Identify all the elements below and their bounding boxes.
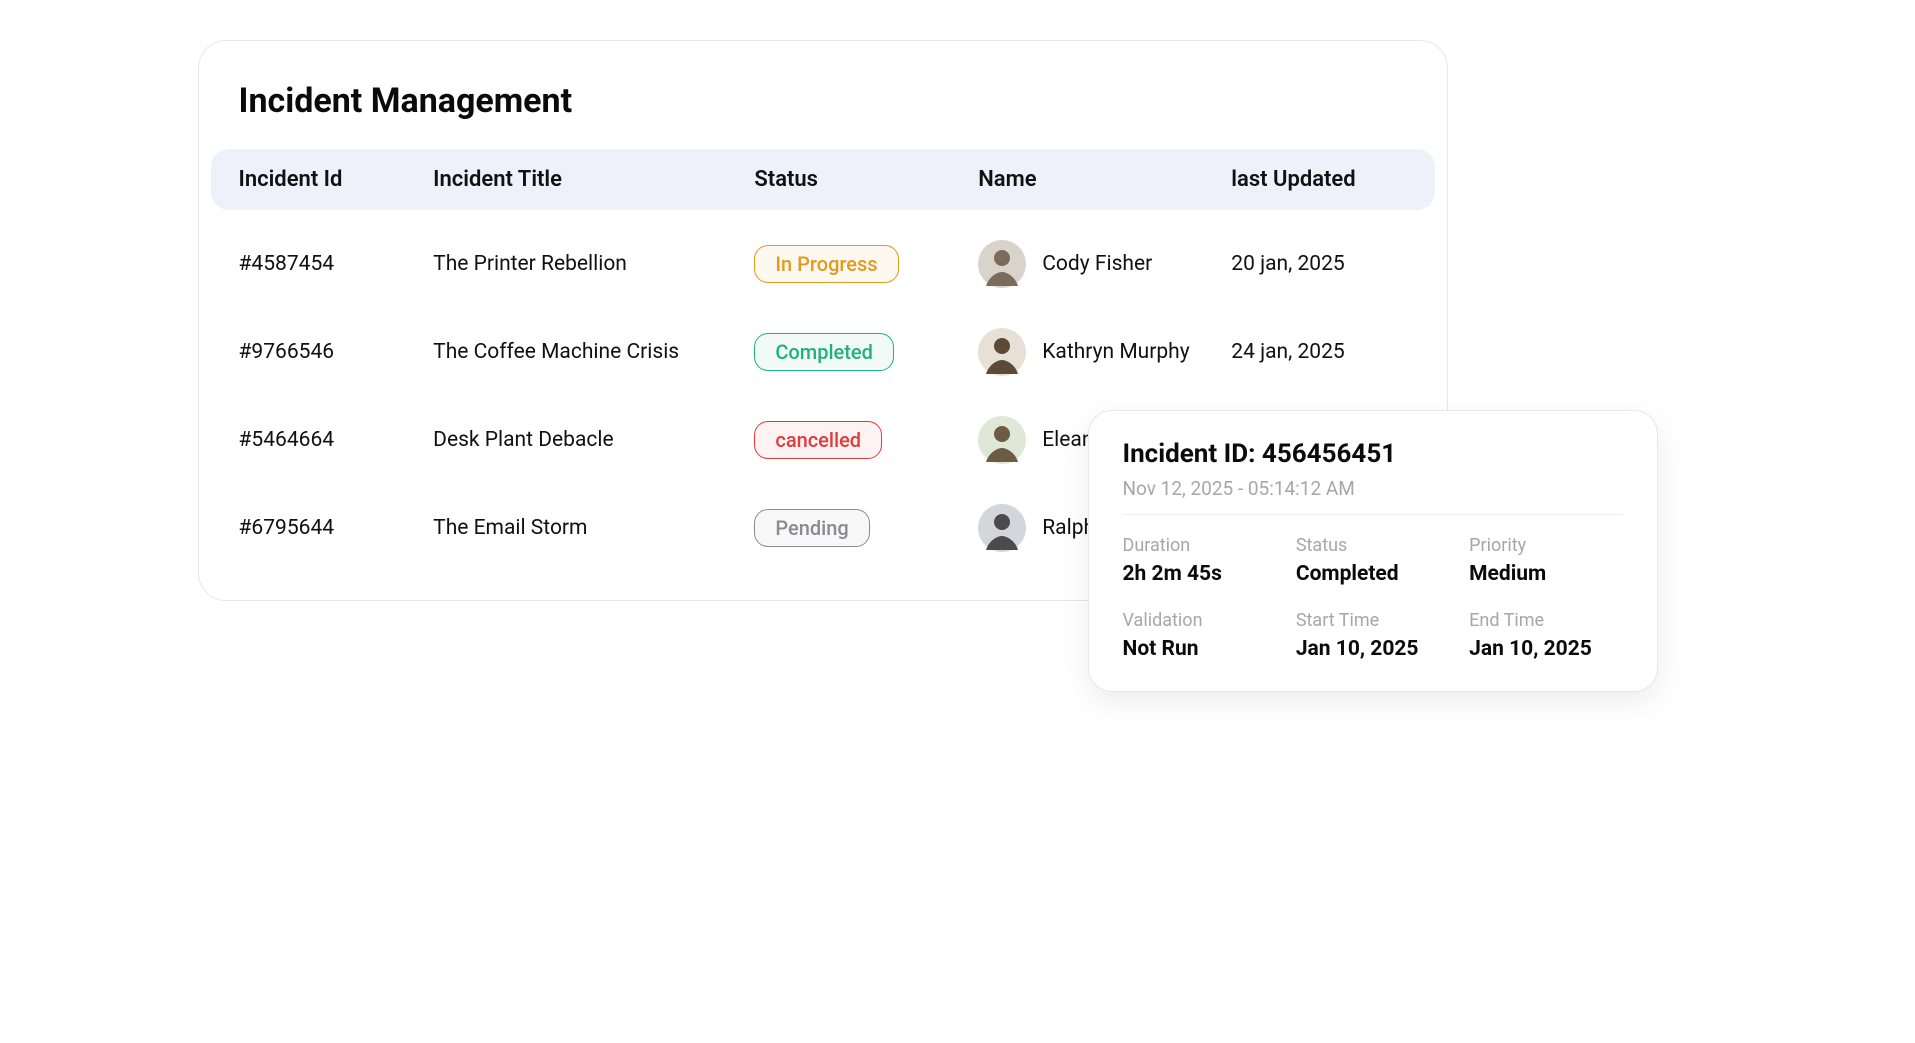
detail-field: End Time Jan 10, 2025: [1469, 610, 1622, 661]
detail-field: Duration 2h 2m 45s: [1123, 535, 1276, 586]
cell-status: Pending: [754, 509, 978, 547]
detail-field: Status Completed: [1296, 535, 1449, 586]
avatar: [978, 504, 1026, 552]
detail-value: Jan 10, 2025: [1296, 637, 1449, 661]
detail-field: Validation Not Run: [1123, 610, 1276, 661]
detail-value: 2h 2m 45s: [1123, 562, 1276, 586]
page-title: Incident Management: [199, 81, 1447, 149]
cell-last-updated: 20 jan, 2025: [1231, 252, 1406, 276]
detail-field: Priority Medium: [1469, 535, 1622, 586]
cell-incident-title: The Printer Rebellion: [433, 252, 754, 276]
assignee-name: Cody Fisher: [1042, 252, 1152, 276]
avatar: [978, 416, 1026, 464]
detail-grid: Duration 2h 2m 45s Status Completed Prio…: [1123, 535, 1623, 661]
cell-incident-id: #9766546: [239, 340, 434, 364]
cell-last-updated: 24 jan, 2025: [1231, 340, 1406, 364]
status-badge: Pending: [754, 509, 869, 547]
detail-title-prefix: Incident ID:: [1123, 439, 1262, 469]
cell-incident-title: The Coffee Machine Crisis: [433, 340, 754, 364]
cell-status: Completed: [754, 333, 978, 371]
cell-status: cancelled: [754, 421, 978, 459]
cell-incident-title: Desk Plant Debacle: [433, 428, 754, 452]
detail-label: Validation: [1123, 610, 1276, 631]
detail-value: Jan 10, 2025: [1469, 637, 1622, 661]
cell-assignee: Kathryn Murphy: [978, 328, 1231, 376]
detail-timestamp: Nov 12, 2025 - 05:14:12 AM: [1123, 477, 1623, 515]
column-header-id: Incident Id: [239, 167, 434, 192]
detail-label: Priority: [1469, 535, 1622, 556]
cell-incident-id: #5464664: [239, 428, 434, 452]
table-row[interactable]: #9766546 The Coffee Machine Crisis Compl…: [211, 308, 1435, 396]
column-header-updated: last Updated: [1231, 167, 1406, 192]
status-badge: Completed: [754, 333, 894, 371]
column-header-status: Status: [754, 167, 978, 192]
cell-assignee: Cody Fisher: [978, 240, 1231, 288]
assignee-name: Kathryn Murphy: [1042, 340, 1189, 364]
table-header-row: Incident Id Incident Title Status Name l…: [211, 149, 1435, 210]
detail-label: End Time: [1469, 610, 1622, 631]
avatar: [978, 328, 1026, 376]
column-header-title: Incident Title: [433, 167, 754, 192]
detail-field: Start Time Jan 10, 2025: [1296, 610, 1449, 661]
status-badge: In Progress: [754, 245, 898, 283]
detail-title: Incident ID: 456456451: [1123, 439, 1623, 469]
detail-value: Not Run: [1123, 637, 1276, 661]
detail-value: Medium: [1469, 562, 1622, 586]
detail-incident-id: 456456451: [1262, 439, 1396, 469]
status-badge: cancelled: [754, 421, 882, 459]
cell-incident-id: #4587454: [239, 252, 434, 276]
detail-value: Completed: [1296, 562, 1449, 586]
incident-detail-card: Incident ID: 456456451 Nov 12, 2025 - 05…: [1088, 410, 1658, 692]
avatar: [978, 240, 1026, 288]
detail-label: Start Time: [1296, 610, 1449, 631]
column-header-name: Name: [978, 167, 1231, 192]
cell-incident-title: The Email Storm: [433, 516, 754, 540]
table-row[interactable]: #4587454 The Printer Rebellion In Progre…: [211, 220, 1435, 308]
detail-label: Duration: [1123, 535, 1276, 556]
cell-incident-id: #6795644: [239, 516, 434, 540]
detail-label: Status: [1296, 535, 1449, 556]
cell-status: In Progress: [754, 245, 978, 283]
